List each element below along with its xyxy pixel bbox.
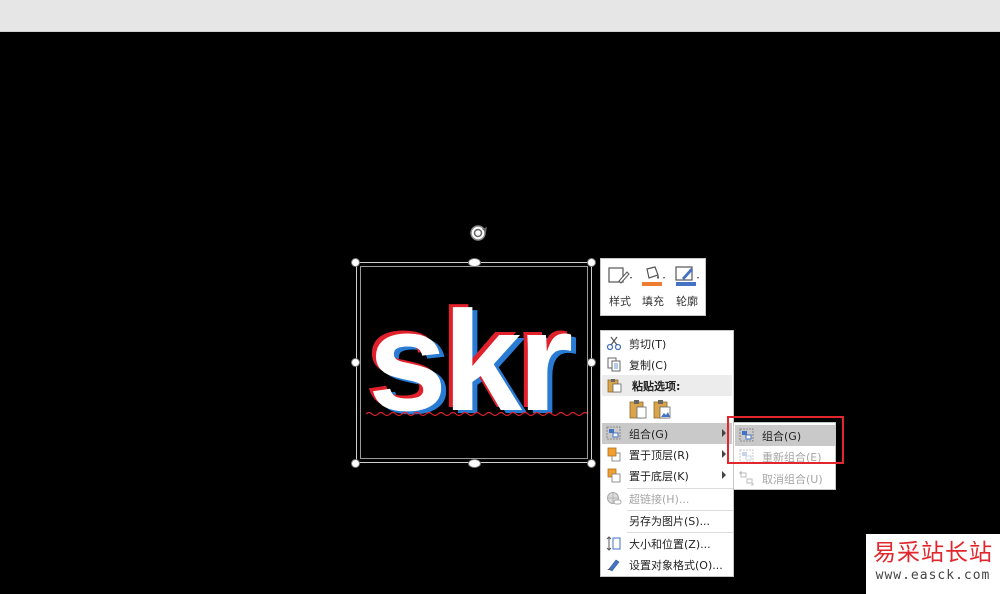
context-menu: 剪切(T) 复制(C) 粘贴选项: 组合(G) 置于顶层(R) 置于底层(K) …: [600, 330, 734, 577]
selection-frame-inner: [360, 266, 588, 459]
style-button-label: 样式: [609, 295, 631, 308]
size-position-icon: [606, 536, 621, 551]
group-objects-icon: [606, 426, 621, 440]
resize-handle-bottom-left[interactable]: [351, 459, 360, 468]
ungroup-icon: [739, 471, 754, 486]
menu-paste-options-header: 粘贴选项:: [602, 375, 732, 396]
menu-item-save-as-picture[interactable]: 另存为图片(S)...: [602, 510, 732, 531]
menu-item-format-object[interactable]: 设置对象格式(O)...: [602, 554, 732, 575]
menu-item-hyperlink[interactable]: 超链接(H)...: [602, 488, 732, 509]
watermark-title: 易采站长站: [873, 540, 993, 566]
resize-handle-right[interactable]: [587, 358, 596, 367]
menu-item-send-to-back-label: 置于底层(K): [629, 470, 689, 483]
outline-button[interactable]: 轮廓: [671, 263, 703, 313]
resize-handle-left[interactable]: [351, 358, 360, 367]
paste-as-picture-icon[interactable]: [652, 399, 672, 419]
fill-button[interactable]: 填充: [637, 263, 669, 313]
hyperlink-globe-icon: [607, 492, 622, 505]
rotate-handle-icon[interactable]: [464, 223, 492, 243]
format-shape-icon: [607, 559, 620, 572]
copy-icon: [607, 357, 621, 372]
scissors-icon: [606, 336, 622, 351]
submenu-arrow-icon: [722, 429, 726, 437]
style-button[interactable]: 样式: [604, 263, 636, 313]
paste-clipboard-icon: [607, 379, 622, 393]
submenu-item-ungroup[interactable]: 取消组合(U): [735, 468, 835, 489]
annotation-highlight-box: [727, 416, 844, 464]
outline-button-label: 轮廓: [676, 295, 698, 308]
outline-pen-icon: [675, 266, 699, 286]
menu-item-group[interactable]: 组合(G): [602, 423, 732, 444]
resize-handle-bottom[interactable]: [468, 459, 481, 468]
menu-item-send-to-back[interactable]: 置于底层(K): [602, 465, 732, 486]
resize-handle-top[interactable]: [468, 258, 481, 267]
window-title-bar: [0, 0, 1000, 32]
paste-keep-source-icon[interactable]: [628, 399, 648, 419]
menu-item-size-position-label: 大小和位置(Z)...: [629, 538, 711, 551]
menu-item-cut[interactable]: 剪切(T): [602, 333, 732, 354]
send-to-back-icon: [607, 468, 621, 483]
menu-item-bring-to-front[interactable]: 置于顶层(R): [602, 444, 732, 465]
paste-options-row: [602, 397, 732, 421]
mini-toolbar: 样式 填充 轮廓: [600, 258, 706, 316]
bring-to-front-icon: [607, 447, 621, 462]
resize-handle-bottom-right[interactable]: [587, 459, 596, 468]
resize-handle-top-left[interactable]: [351, 258, 360, 267]
submenu-arrow-icon: [722, 450, 726, 458]
menu-item-copy-label: 复制(C): [629, 359, 668, 372]
menu-item-save-as-picture-label: 另存为图片(S)...: [629, 515, 711, 528]
menu-item-cut-label: 剪切(T): [629, 338, 667, 351]
fill-bucket-icon: [642, 266, 665, 286]
resize-handle-top-right[interactable]: [587, 258, 596, 267]
fill-button-label: 填充: [642, 295, 664, 308]
paste-options-label: 粘贴选项:: [632, 380, 681, 393]
submenu-arrow-icon: [722, 471, 726, 479]
submenu-item-ungroup-label: 取消组合(U): [762, 473, 823, 486]
watermark-url: www.easck.com: [875, 568, 991, 583]
menu-item-size-position[interactable]: 大小和位置(Z)...: [602, 533, 732, 554]
site-watermark: 易采站长站 www.easck.com: [866, 534, 1000, 594]
menu-item-copy[interactable]: 复制(C): [602, 354, 732, 375]
menu-item-bring-to-front-label: 置于顶层(R): [629, 449, 690, 462]
menu-item-format-object-label: 设置对象格式(O)...: [629, 559, 723, 572]
menu-item-hyperlink-label: 超链接(H)...: [629, 493, 690, 506]
menu-item-group-label: 组合(G): [629, 428, 669, 441]
shape-style-icon: [608, 267, 632, 284]
